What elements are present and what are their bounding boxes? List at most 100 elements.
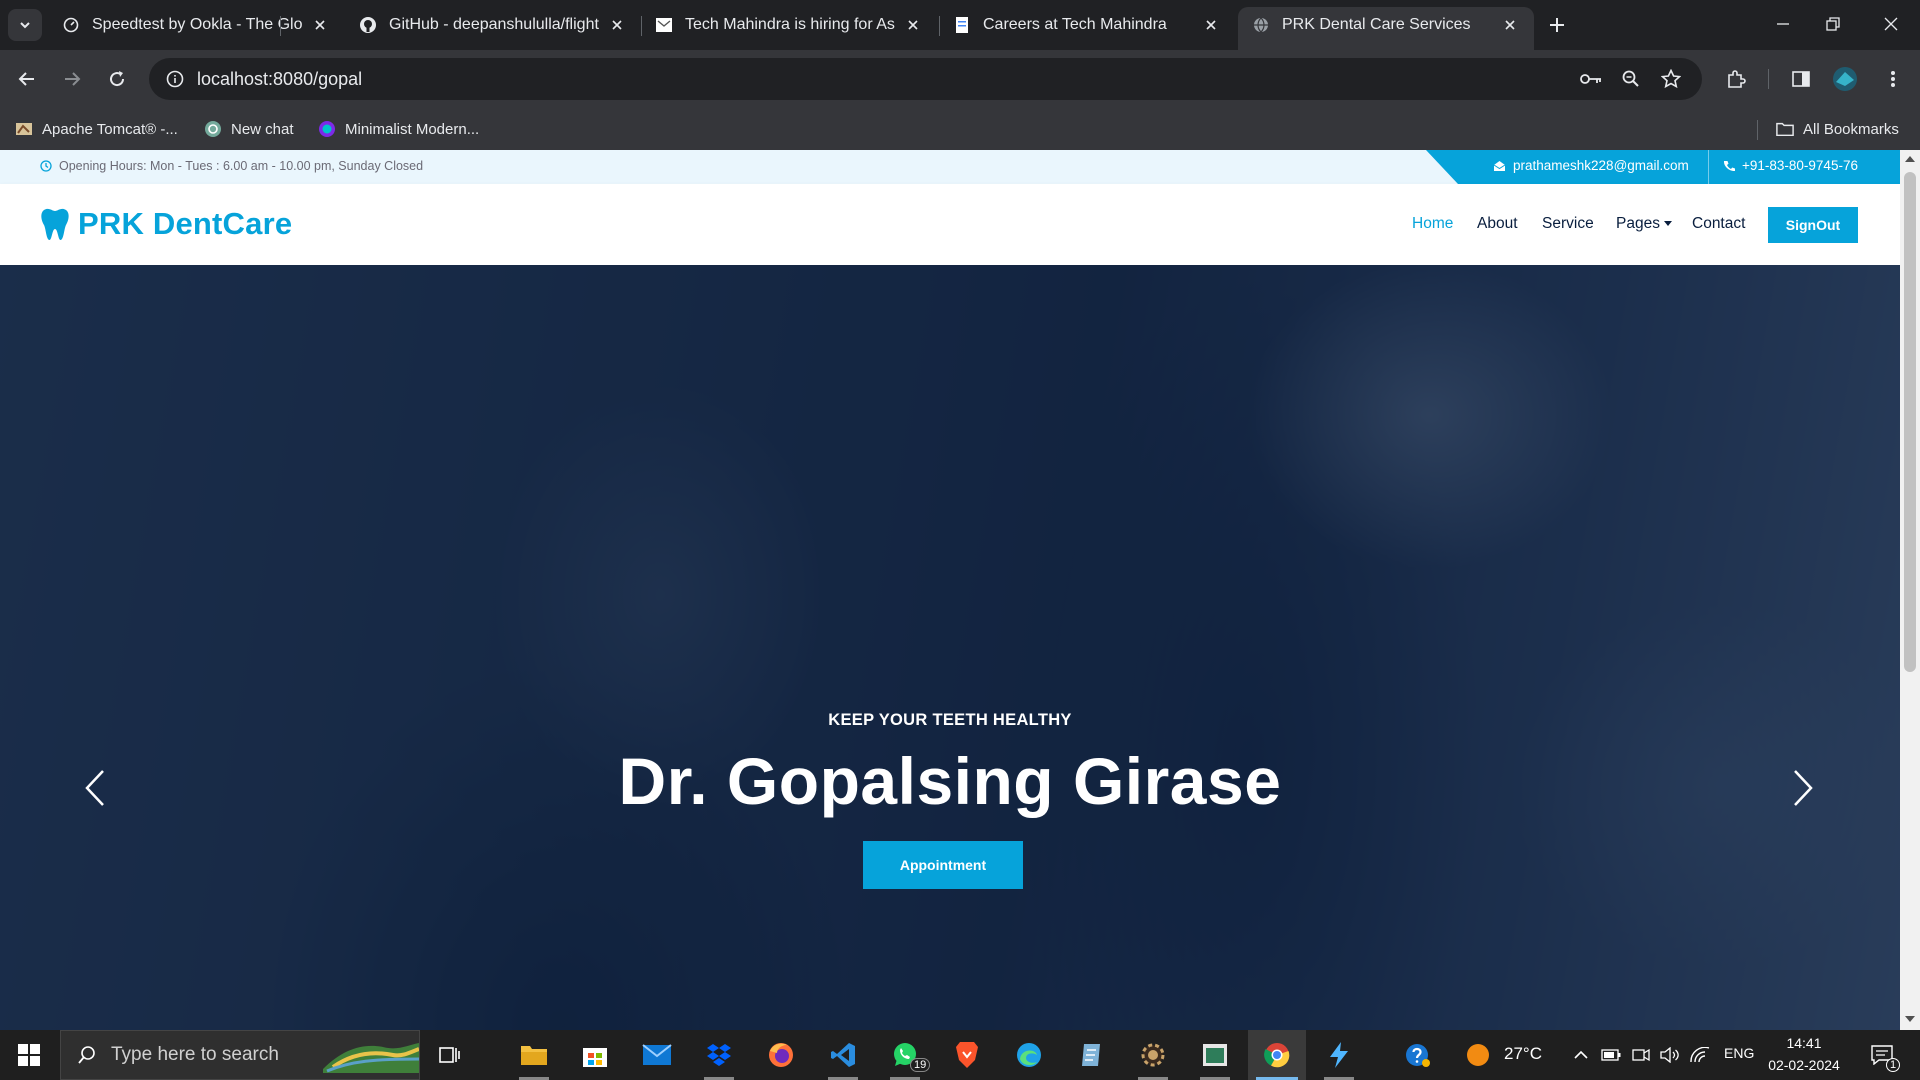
appointment-button[interactable]: Appointment bbox=[863, 841, 1023, 889]
brand-logo[interactable]: PRK DentCare bbox=[40, 206, 292, 242]
hero-overlay bbox=[0, 265, 1900, 1030]
search-icon bbox=[78, 1046, 95, 1064]
signout-button[interactable]: SignOut bbox=[1768, 207, 1858, 243]
scrollbar-thumb[interactable] bbox=[1904, 172, 1916, 672]
taskbar-ms-store[interactable] bbox=[566, 1030, 624, 1080]
tab-prk-dental[interactable]: PRK Dental Care Services bbox=[1238, 7, 1534, 50]
back-button[interactable] bbox=[9, 61, 45, 97]
nav-pages-dropdown[interactable]: Pages bbox=[1616, 215, 1672, 233]
arrow-right-icon bbox=[65, 72, 81, 86]
address-bar[interactable]: localhost:8080/gopal bbox=[149, 58, 1702, 100]
wifi-icon[interactable] bbox=[1688, 1030, 1712, 1080]
github-icon bbox=[359, 16, 377, 34]
nav-home[interactable]: Home bbox=[1412, 215, 1453, 233]
tab-speedtest[interactable]: Speedtest by Ookla - The Global bbox=[48, 7, 344, 43]
taskbar-editor-app[interactable] bbox=[1062, 1030, 1120, 1080]
forward-button[interactable] bbox=[54, 61, 90, 97]
tab-github[interactable]: GitHub - deepanshululla/flight- bbox=[345, 7, 641, 43]
taskbar-chrome[interactable] bbox=[1248, 1030, 1306, 1080]
taskbar-vscode[interactable] bbox=[814, 1030, 872, 1080]
taskbar-dropbox[interactable] bbox=[690, 1030, 748, 1080]
taskbar-whatsapp[interactable]: 19 bbox=[876, 1030, 934, 1080]
password-key-icon[interactable] bbox=[1575, 63, 1607, 95]
close-window-button[interactable] bbox=[1864, 0, 1918, 48]
tab-tech-mahindra-careers[interactable]: Careers at Tech Mahindra bbox=[939, 7, 1235, 43]
opening-hours: Opening Hours: Mon - Tues : 6.00 am - 10… bbox=[40, 159, 423, 173]
extensions-button[interactable] bbox=[1718, 61, 1754, 97]
chrome-icon bbox=[1264, 1043, 1290, 1068]
taskbar-app-window[interactable] bbox=[1186, 1030, 1244, 1080]
tab-title: GitHub - deepanshululla/flight- bbox=[389, 16, 599, 33]
close-icon bbox=[1884, 17, 1898, 31]
tab-title: Speedtest by Ookla - The Global bbox=[92, 16, 302, 33]
taskbar-settings-app[interactable] bbox=[1124, 1030, 1182, 1080]
minimize-icon bbox=[1777, 23, 1789, 25]
tab-search-button[interactable] bbox=[8, 9, 42, 41]
task-view-icon bbox=[439, 1047, 460, 1063]
nav-pages-label: Pages bbox=[1616, 215, 1660, 232]
chevron-left-icon bbox=[85, 770, 104, 806]
taskbar-search[interactable]: Type here to search bbox=[60, 1030, 420, 1080]
chevron-up-icon[interactable] bbox=[1570, 1030, 1592, 1080]
profile-avatar[interactable] bbox=[1827, 61, 1863, 97]
temperature-text[interactable]: 27°C bbox=[1504, 1044, 1542, 1064]
minimize-button[interactable] bbox=[1756, 0, 1810, 48]
bookmark-new-chat[interactable]: New chat bbox=[204, 116, 294, 142]
tooth-icon bbox=[40, 207, 70, 241]
task-view-button[interactable] bbox=[421, 1030, 479, 1080]
globe-icon bbox=[1252, 16, 1270, 34]
phone-text: +91-83-80-9745-76 bbox=[1742, 158, 1858, 173]
carousel-prev-button[interactable] bbox=[75, 763, 115, 813]
email-link[interactable]: prathameshk228@gmail.com bbox=[1493, 158, 1689, 173]
notification-center-button[interactable]: 1 bbox=[1862, 1030, 1902, 1080]
close-icon[interactable] bbox=[903, 15, 923, 35]
all-bookmarks-button[interactable]: All Bookmarks bbox=[1776, 116, 1899, 142]
tab-gmail[interactable]: Tech Mahindra is hiring for Asso bbox=[641, 7, 937, 43]
help-tray-icon[interactable] bbox=[1398, 1030, 1438, 1080]
zoom-icon[interactable] bbox=[1615, 63, 1647, 95]
clock[interactable]: 14:41 02-02-2024 bbox=[1764, 1033, 1844, 1077]
scroll-down-arrow[interactable] bbox=[1905, 1016, 1915, 1022]
bookmark-minimalist-modern[interactable]: Minimalist Modern... bbox=[318, 116, 479, 142]
taskbar-file-explorer[interactable] bbox=[505, 1030, 563, 1080]
side-panel-button[interactable] bbox=[1783, 61, 1819, 97]
site-info-icon[interactable] bbox=[159, 63, 191, 95]
bookmark-star-icon[interactable] bbox=[1655, 63, 1687, 95]
notification-badge: 19 bbox=[910, 1058, 931, 1072]
volume-icon[interactable] bbox=[1658, 1030, 1682, 1080]
carousel-next-button[interactable] bbox=[1783, 763, 1823, 813]
nav-about[interactable]: About bbox=[1477, 215, 1518, 233]
mail-icon bbox=[642, 1044, 672, 1065]
taskbar-edge[interactable] bbox=[1000, 1030, 1058, 1080]
nav-service[interactable]: Service bbox=[1542, 215, 1594, 233]
chrome-menu-button[interactable] bbox=[1875, 61, 1911, 97]
language-indicator[interactable]: ENG bbox=[1724, 1045, 1754, 1061]
new-tab-button[interactable] bbox=[1543, 11, 1571, 39]
nav-contact[interactable]: Contact bbox=[1692, 215, 1745, 233]
windows-logo-icon bbox=[18, 1044, 40, 1066]
taskbar-firefox[interactable] bbox=[752, 1030, 810, 1080]
weather-icon[interactable] bbox=[1462, 1030, 1494, 1080]
url-text[interactable]: localhost:8080/gopal bbox=[197, 69, 362, 90]
bookmark-label: Apache Tomcat® -... bbox=[42, 120, 178, 138]
phone-link[interactable]: +91-83-80-9745-76 bbox=[1723, 158, 1858, 173]
close-icon[interactable] bbox=[607, 15, 627, 35]
battery-icon[interactable] bbox=[1599, 1030, 1623, 1080]
chevron-down-icon bbox=[20, 22, 30, 29]
bookmark-apache-tomcat[interactable]: Apache Tomcat® -... bbox=[15, 116, 178, 142]
taskbar-lightning-app[interactable] bbox=[1310, 1030, 1368, 1080]
restore-button[interactable] bbox=[1806, 0, 1860, 48]
taskbar-mail[interactable] bbox=[628, 1030, 686, 1080]
meet-now-icon[interactable] bbox=[1630, 1030, 1652, 1080]
taskbar-brave[interactable] bbox=[938, 1030, 996, 1080]
reload-button[interactable] bbox=[99, 61, 135, 97]
scroll-up-arrow[interactable] bbox=[1905, 156, 1915, 162]
chevron-right-icon bbox=[1794, 770, 1813, 806]
start-button[interactable] bbox=[0, 1030, 58, 1080]
page-scrollbar[interactable] bbox=[1900, 150, 1920, 1030]
notepad-icon bbox=[1082, 1044, 1100, 1066]
plus-icon bbox=[1550, 18, 1564, 32]
close-icon[interactable] bbox=[310, 15, 330, 35]
close-icon[interactable] bbox=[1201, 15, 1221, 35]
close-icon[interactable] bbox=[1500, 15, 1520, 35]
